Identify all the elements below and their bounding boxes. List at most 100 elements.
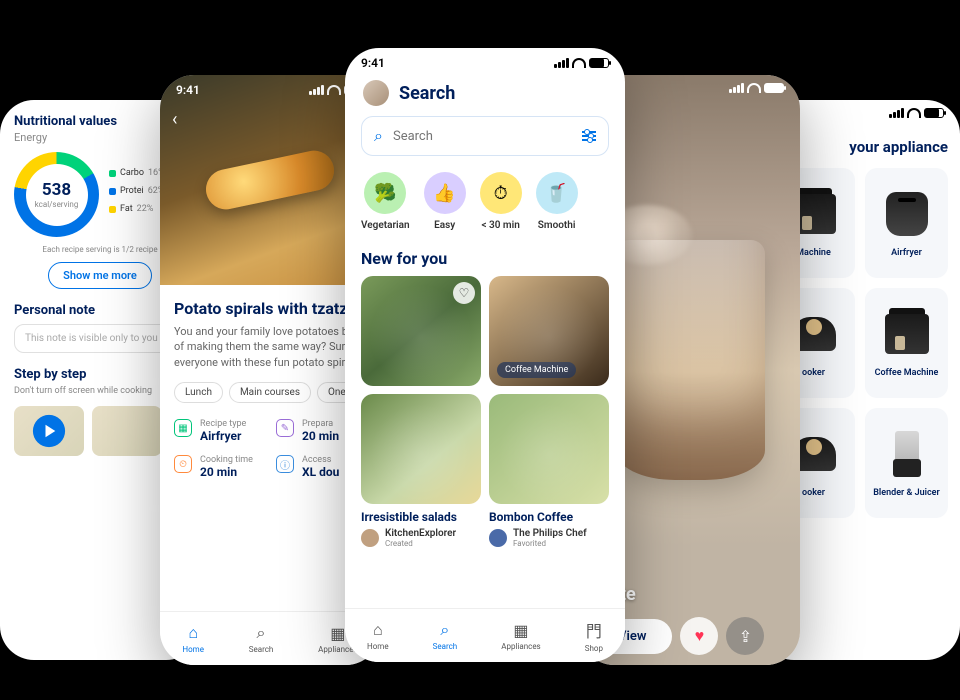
appliance-label: ooker	[802, 368, 825, 378]
appliance-label: Blender & Juicer	[873, 488, 940, 498]
card-title: Irresistible salads	[361, 510, 481, 524]
energy-donut-chart: 538 kcal/serving	[14, 152, 99, 237]
filter-icon[interactable]	[582, 131, 596, 141]
legend-swatch-fat	[109, 206, 116, 213]
tab-search[interactable]: ⌕Search	[433, 620, 458, 651]
meta-value: 20 min	[302, 429, 339, 443]
recipe-title: Potato spirals with tzatz	[174, 299, 366, 318]
step-video-thumb[interactable]	[14, 406, 84, 456]
appliance-label: ooker	[802, 488, 825, 498]
meta-label: Cooking time	[200, 455, 253, 465]
favorite-button[interactable]: ♥	[680, 617, 718, 655]
recipe-card[interactable]: Coffee Machine	[489, 276, 609, 386]
search-input[interactable]	[393, 129, 572, 144]
appliance-label: Airfryer	[891, 248, 922, 258]
category-quick[interactable]: ⏱ < 30 min	[480, 172, 522, 231]
meta-label: Access	[302, 455, 339, 465]
share-button[interactable]: ⇪	[726, 617, 764, 655]
recipe-card[interactable]: Bombon Coffee The Philips Chef Favorited	[489, 394, 609, 548]
search-bar[interactable]: ⌕	[361, 116, 609, 156]
signal-icon	[309, 85, 324, 95]
recipe-card[interactable]: ♡	[361, 276, 481, 386]
tab-appliances[interactable]: ▦Appliances	[501, 621, 540, 651]
legend-fat-value: 22%	[137, 204, 154, 214]
recipe-type-icon: ▦	[174, 419, 192, 437]
prep-time-icon: ✎	[276, 419, 294, 437]
status-bar: 9:41	[345, 48, 625, 74]
home-icon: ⌂	[188, 623, 198, 643]
section-new-for-you: New for you	[345, 239, 625, 276]
signal-icon	[889, 108, 904, 118]
recipe-card[interactable]: Irresistible salads KitchenExplorer Crea…	[361, 394, 481, 548]
battery-icon	[589, 58, 609, 68]
author-name: The Philips Chef	[513, 528, 587, 539]
legend-swatch-carbs	[109, 170, 116, 177]
recipe-image	[489, 394, 609, 504]
status-time: 9:41	[361, 56, 385, 70]
recipe-image: ♡	[361, 276, 481, 386]
blender-icon	[893, 431, 921, 477]
easy-icon: 👍	[424, 172, 466, 214]
category-row: 🥦 Vegetarian 👍 Easy ⏱ < 30 min 🥤 Smoothi	[345, 156, 625, 239]
category-easy[interactable]: 👍 Easy	[424, 172, 466, 231]
cook-time-icon: ⏲	[174, 455, 192, 473]
back-icon[interactable]: ‹	[172, 109, 177, 130]
screen-search: 9:41 Search ⌕ 🥦 Vegetarian 👍 Easy ⏱ < 30	[345, 48, 625, 662]
tab-home[interactable]: ⌂Home	[367, 620, 389, 651]
tab-bar: ⌂Home ⌕Search ▦Appliances ⾨Shop	[345, 608, 625, 662]
shop-icon: ⾨	[586, 618, 602, 642]
meta-label: Recipe type	[200, 419, 246, 429]
clock-icon: ⏱	[480, 172, 522, 214]
search-icon: ⌕	[374, 126, 383, 146]
wifi-icon	[327, 85, 341, 95]
tag-chip[interactable]: Lunch	[174, 382, 223, 403]
coffee-machine-icon	[885, 314, 929, 354]
author-avatar	[361, 529, 379, 547]
legend-swatch-protein	[109, 188, 116, 195]
tag-chip[interactable]: Main courses	[229, 382, 311, 403]
wifi-icon	[907, 108, 921, 118]
smoothie-icon: 🥤	[536, 172, 578, 214]
category-smoothie[interactable]: 🥤 Smoothi	[536, 172, 578, 231]
search-icon: ⌕	[257, 623, 266, 643]
kcal-unit: kcal/serving	[35, 200, 79, 209]
user-avatar[interactable]	[363, 80, 389, 106]
signal-icon	[729, 83, 744, 93]
play-icon[interactable]	[33, 415, 65, 447]
author-name: KitchenExplorer	[385, 528, 456, 539]
appliance-label: Machine	[796, 248, 831, 258]
appliance-label: Coffee Machine	[875, 368, 939, 378]
appliances-icon: ▦	[513, 621, 528, 640]
battery-icon	[764, 83, 784, 93]
show-more-button[interactable]: Show me more	[48, 262, 152, 289]
recipe-tags: Lunch Main courses One p	[174, 382, 366, 403]
vegetarian-icon: 🥦	[364, 172, 406, 214]
meta-label: Prepara	[302, 419, 339, 429]
legend-fat-label: Fat	[120, 204, 133, 214]
tab-search[interactable]: ⌕Search	[249, 623, 274, 654]
meta-value: XL dou	[302, 465, 339, 479]
appliance-card[interactable]: Blender & Juicer	[865, 408, 948, 518]
recipe-image: Coffee Machine	[489, 276, 609, 386]
category-vegetarian[interactable]: 🥦 Vegetarian	[361, 172, 410, 231]
airfryer-icon	[886, 192, 928, 236]
status-time: 9:41	[176, 83, 200, 97]
home-icon: ⌂	[373, 620, 383, 640]
meta-value: 20 min	[200, 465, 253, 479]
signal-icon	[554, 58, 569, 68]
page-title: Search	[399, 83, 455, 104]
author-action: Created	[385, 539, 456, 548]
legend-carbs-label: Carbo	[120, 168, 144, 178]
tab-shop[interactable]: ⾨Shop	[585, 618, 603, 653]
appliances-icon: ▦	[330, 624, 345, 643]
appliance-card[interactable]: Airfryer	[865, 168, 948, 278]
legend-protein-label: Protei	[120, 186, 144, 196]
favorite-icon[interactable]: ♡	[453, 282, 475, 304]
search-icon: ⌕	[440, 620, 449, 640]
tab-home[interactable]: ⌂Home	[182, 623, 204, 654]
step-thumb[interactable]	[92, 406, 162, 456]
wifi-icon	[747, 83, 761, 93]
appliance-card[interactable]: Coffee Machine	[865, 288, 948, 398]
appliance-badge: Coffee Machine	[497, 362, 576, 378]
accessory-icon: ⓘ	[276, 455, 294, 473]
